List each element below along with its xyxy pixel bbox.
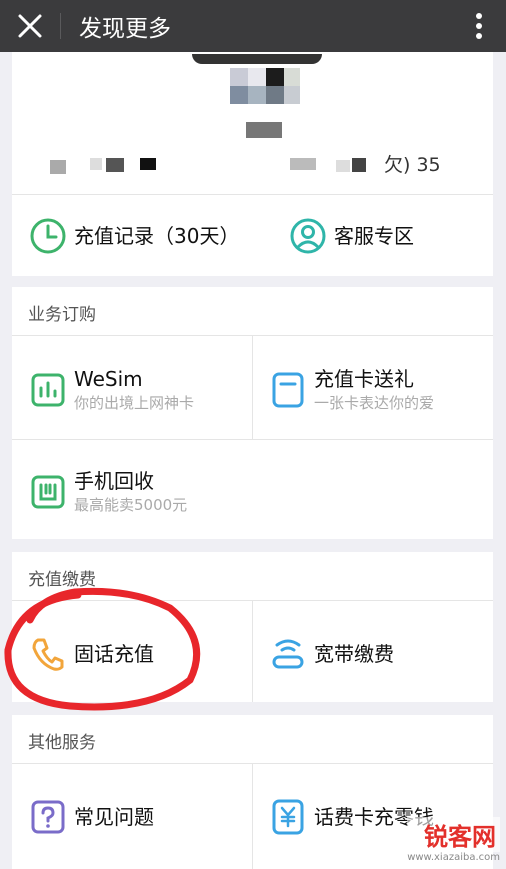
phone-recycle-item[interactable]: 手机回收 最高能卖5000元: [28, 469, 187, 515]
section-title-other: 其他服务: [28, 733, 96, 753]
landline-recharge-name: 固话充值: [74, 642, 154, 666]
avatar-mosaic: [230, 68, 310, 104]
gift-card-name: 充值卡送礼: [314, 367, 414, 391]
recharge-section: 充值缴费 固话充值 宽带缴费: [12, 552, 493, 702]
top-bar: 发现更多: [0, 0, 506, 52]
watermark-url: www.xiazaiba.com: [407, 852, 500, 863]
gift-card-item[interactable]: 充值卡送礼 一张卡表达你的爱: [268, 367, 434, 413]
account-mosaic-left: [50, 158, 170, 174]
section-title-business: 业务订购: [28, 305, 96, 325]
divider: [60, 13, 61, 39]
divider: [252, 763, 253, 869]
router-icon: [268, 634, 308, 674]
recharge-history-label: 充值记录（30天）: [74, 224, 240, 248]
wesim-item[interactable]: WeSim 你的出境上网神卡: [28, 367, 194, 413]
account-card: 欠) 35 充值记录（30天） 客服专区: [12, 52, 493, 276]
question-icon: [28, 797, 68, 837]
page-title: 发现更多: [79, 16, 171, 42]
gift-card-sub: 一张卡表达你的爱: [314, 394, 435, 412]
yuan-icon: [268, 797, 308, 837]
customer-service-label: 客服专区: [334, 224, 414, 248]
recharge-history-button[interactable]: 充值记录（30天）: [28, 216, 239, 256]
clock-icon: [28, 216, 68, 256]
phone-recycle-sub: 最高能卖5000元: [74, 496, 188, 514]
divider: [252, 335, 253, 439]
wesim-name: WeSim: [74, 367, 143, 391]
divider: [252, 600, 253, 702]
customer-service-button[interactable]: 客服专区: [288, 216, 414, 256]
faq-item[interactable]: 常见问题: [28, 797, 154, 837]
broadband-payment-name: 宽带缴费: [314, 642, 394, 666]
watermark-logo: 锐客网: [407, 817, 500, 852]
phone-recycle-name: 手机回收: [74, 469, 154, 493]
phone-icon: [28, 634, 68, 674]
section-title-recharge: 充值缴费: [28, 570, 96, 590]
more-button[interactable]: [464, 8, 494, 44]
business-section: 业务订购 WeSim 你的出境上网神卡 充值卡送礼 一张卡表达你的爱 手机回收 …: [12, 287, 493, 539]
avatar: [192, 54, 322, 64]
divider: [12, 194, 493, 195]
landline-recharge-item[interactable]: 固话充值: [28, 634, 154, 674]
account-mosaic-right: [290, 158, 380, 172]
chart-icon: [28, 370, 68, 410]
broadband-payment-item[interactable]: 宽带缴费: [268, 634, 394, 674]
faq-name: 常见问题: [74, 805, 154, 829]
more-vertical-icon: [476, 13, 482, 39]
watermark: 锐客网 www.xiazaiba.com: [407, 817, 500, 863]
recycle-box-icon: [28, 472, 68, 512]
username-mosaic: [246, 122, 282, 138]
balance-text: 欠) 35: [384, 154, 441, 176]
card-icon: [268, 370, 308, 410]
user-icon: [288, 216, 328, 256]
wesim-sub: 你的出境上网神卡: [74, 394, 195, 412]
close-button[interactable]: [0, 0, 60, 52]
close-icon: [18, 14, 42, 38]
divider: [12, 439, 493, 440]
